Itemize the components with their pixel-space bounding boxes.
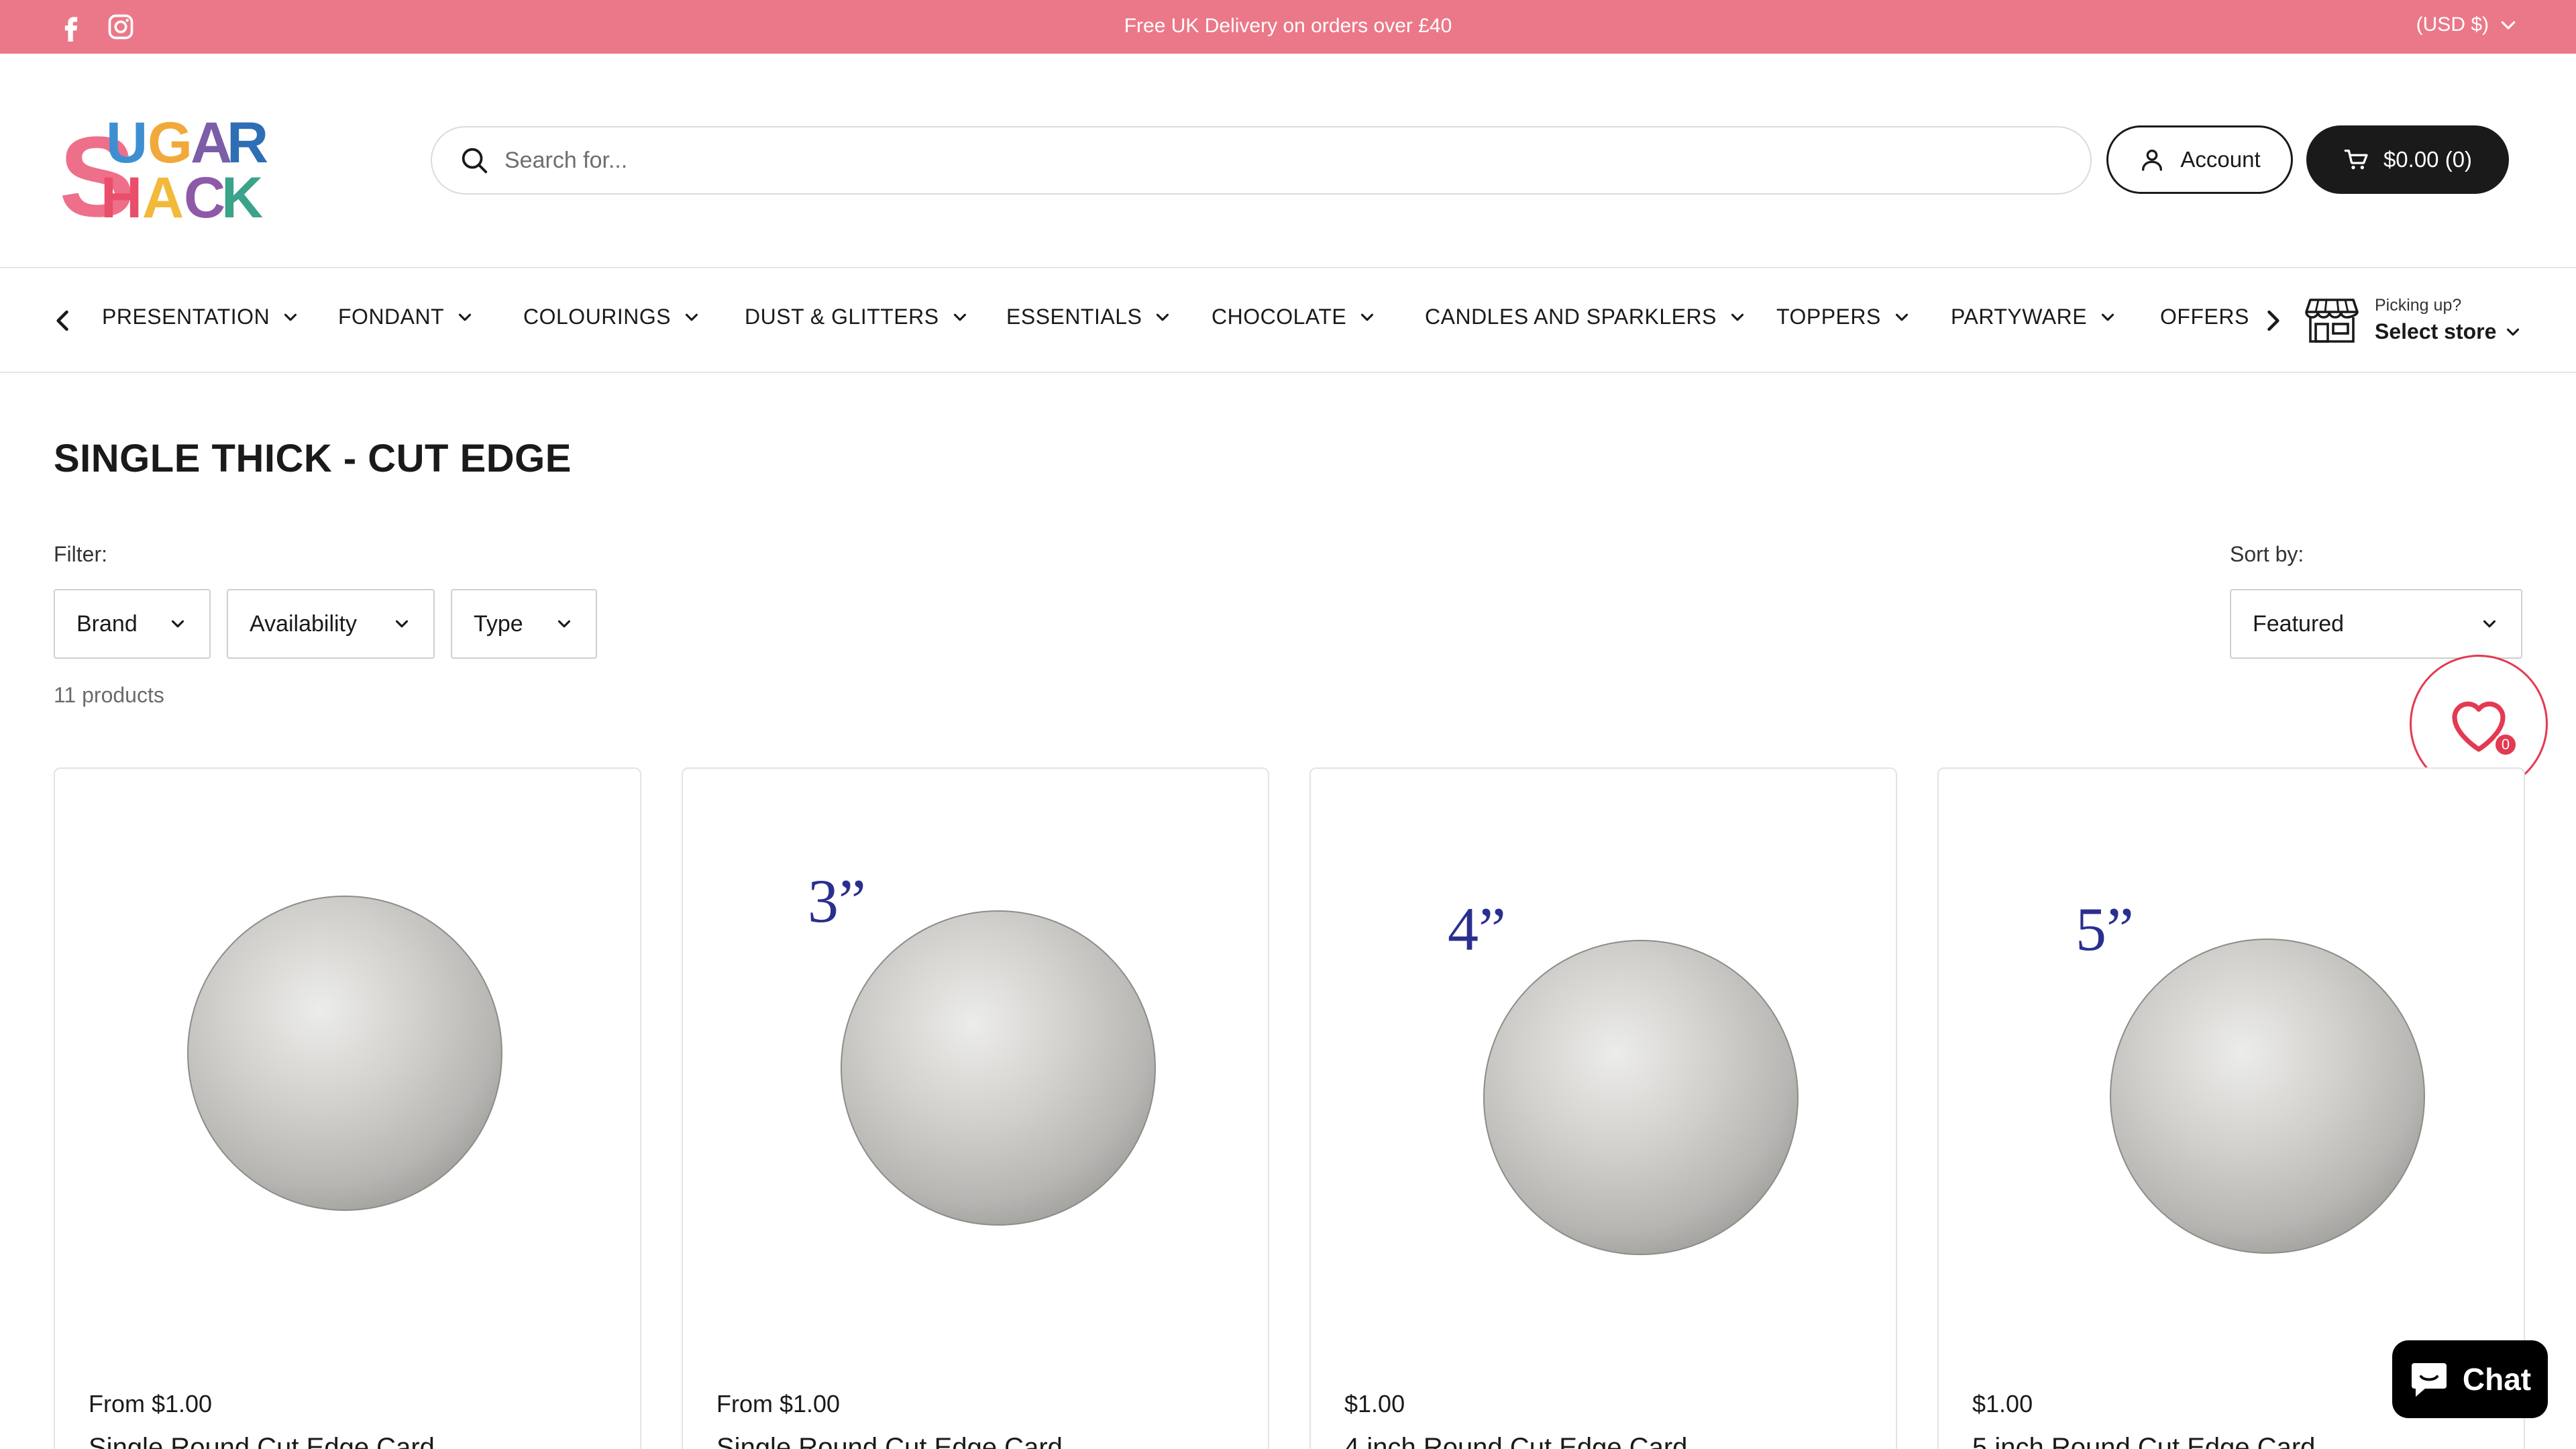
product-card[interactable]: 4” $1.00 4 inch Round Cut Edge Card <box>1309 767 1897 1449</box>
product-price: From $1.00 <box>716 1390 841 1417</box>
nav-item-colourings[interactable]: COLOURINGS <box>523 305 702 329</box>
product-title[interactable]: Single Round Cut Edge Card <box>89 1433 435 1449</box>
filter-type-dropdown[interactable]: Type <box>451 589 597 659</box>
size-label: 3” <box>808 867 866 935</box>
filter-availability-label: Availability <box>250 610 358 637</box>
nav-item-label: FONDANT <box>338 305 445 329</box>
nav-item-essentials[interactable]: ESSENTIALS <box>1006 305 1173 329</box>
nav-item-chocolate[interactable]: CHOCOLATE <box>1212 305 1377 329</box>
chevron-down-icon <box>2101 313 2114 321</box>
product-count: 11 products <box>54 683 164 707</box>
select-store-label: Select store <box>2375 319 2497 343</box>
promo-text: Free UK Delivery on orders over £40 <box>1124 15 1452 37</box>
store-picker-prompt: Picking up? <box>2375 296 2462 315</box>
search-input[interactable] <box>504 147 2047 174</box>
product-image[interactable] <box>683 769 1268 1352</box>
product-image[interactable] <box>1311 769 1896 1352</box>
wishlist-count-badge: 0 <box>2493 733 2518 757</box>
chevron-down-icon <box>459 313 472 321</box>
main-navigation: PRESENTATION FONDANT COLOURINGS DUST & G… <box>0 268 2576 373</box>
search-icon <box>462 148 488 174</box>
sort-dropdown[interactable]: Featured <box>2230 589 2522 659</box>
product-price: From $1.00 <box>89 1390 213 1417</box>
nav-item-label: PARTYWARE <box>1951 305 2088 329</box>
heart-icon: 0 <box>2447 694 2518 757</box>
product-title[interactable]: Single Round Cut Edge Card <box>716 1433 1063 1449</box>
nav-item-toppers[interactable]: TOPPERS <box>1776 305 1912 329</box>
announcement-bar: Free UK Delivery on orders over £40 (USD… <box>0 0 2576 54</box>
currency-label: (USD $) <box>2416 13 2489 36</box>
product-card[interactable]: From $1.00 Single Round Cut Edge Card <box>54 767 641 1449</box>
size-label: 5” <box>2076 895 2134 963</box>
product-price: $1.00 <box>1972 1390 2033 1417</box>
filter-label: Filter: <box>54 542 107 566</box>
product-title[interactable]: 5 inch Round Cut Edge Card <box>1972 1433 2315 1449</box>
nav-item-label: TOPPERS <box>1776 305 1881 329</box>
chevron-down-icon <box>2501 21 2516 30</box>
user-icon <box>2142 150 2163 171</box>
product-price: $1.00 <box>1344 1390 1405 1417</box>
size-label: 4” <box>1448 895 1506 963</box>
svg-text:H: H <box>101 166 142 221</box>
nav-item-label: ESSENTIALS <box>1006 305 1142 329</box>
product-title[interactable]: 4 inch Round Cut Edge Card <box>1344 1433 1687 1449</box>
filter-availability-dropdown[interactable]: Availability <box>227 589 435 659</box>
nav-item-label: DUST & GLITTERS <box>745 305 939 329</box>
chevron-down-icon <box>686 313 698 321</box>
filter-brand-label: Brand <box>76 610 138 637</box>
product-image[interactable] <box>1939 769 2524 1352</box>
cart-button[interactable]: $0.00 (0) <box>2306 125 2509 194</box>
chevron-down-icon <box>395 620 409 628</box>
sort-label: Sort by: <box>2230 542 2304 566</box>
nav-item-label: CANDLES AND SPARKLERS <box>1425 305 1717 329</box>
chevron-down-icon <box>1731 313 1743 321</box>
chevron-down-icon <box>1361 313 1374 321</box>
chevron-down-icon <box>1157 313 1169 321</box>
chat-button[interactable]: Chat <box>2392 1340 2548 1418</box>
chat-label: Chat <box>2462 1362 2532 1397</box>
account-button[interactable]: Account <box>2106 125 2293 194</box>
chevron-down-icon <box>953 313 966 321</box>
svg-text:A: A <box>142 166 184 221</box>
product-image[interactable] <box>55 769 640 1352</box>
svg-text:C: C <box>184 166 225 221</box>
site-header: S U G A R H A C K Account $0.00 (0) <box>0 54 2576 268</box>
nav-item-fondant[interactable]: FONDANT <box>338 305 475 329</box>
filter-brand-dropdown[interactable]: Brand <box>54 589 211 659</box>
store-picker[interactable]: Picking up? Select store <box>2305 295 2523 345</box>
cart-total: $0.00 (0) <box>2383 147 2473 172</box>
product-card[interactable]: 3” From $1.00 Single Round Cut Edge Card <box>682 767 1269 1449</box>
svg-text:K: K <box>221 166 263 221</box>
nav-scroll-left-icon[interactable] <box>48 306 78 335</box>
chat-bubble-icon <box>2411 1363 2447 1397</box>
nav-item-offers[interactable]: OFFERS <box>2160 305 2249 329</box>
chevron-down-icon <box>1895 313 1908 321</box>
chevron-down-icon <box>557 620 571 628</box>
nav-item-presentation[interactable]: PRESENTATION <box>102 305 301 329</box>
store-picker-text: Picking up? Select store <box>2375 296 2523 344</box>
nav-item-label: OFFERS <box>2160 305 2249 329</box>
nav-item-label: COLOURINGS <box>523 305 672 329</box>
chevron-down-icon <box>2507 328 2520 335</box>
chevron-down-icon <box>284 313 297 321</box>
search-bar[interactable] <box>431 126 2092 195</box>
page-title: SINGLE THICK - CUT EDGE <box>54 437 572 480</box>
account-label: Account <box>2180 147 2261 172</box>
nav-item-partyware[interactable]: PARTYWARE <box>1951 305 2118 329</box>
chevron-down-icon <box>2483 620 2496 628</box>
store-picker-action: Select store <box>2375 319 2523 344</box>
currency-selector[interactable]: (USD $) <box>2416 13 2518 36</box>
filter-type-label: Type <box>474 610 523 637</box>
nav-item-label: PRESENTATION <box>102 305 270 329</box>
cart-icon <box>2344 150 2368 170</box>
nav-item-label: CHOCOLATE <box>1212 305 1347 329</box>
nav-item-candles-sparklers[interactable]: CANDLES AND SPARKLERS <box>1425 305 1748 329</box>
sort-value: Featured <box>2253 610 2345 637</box>
nav-item-dust-glitters[interactable]: DUST & GLITTERS <box>745 305 970 329</box>
sugar-shack-logo[interactable]: S U G A R H A C K <box>59 111 268 241</box>
nav-scroll-right-icon[interactable] <box>2258 306 2288 335</box>
chevron-down-icon <box>171 620 184 628</box>
store-icon <box>2305 299 2359 343</box>
